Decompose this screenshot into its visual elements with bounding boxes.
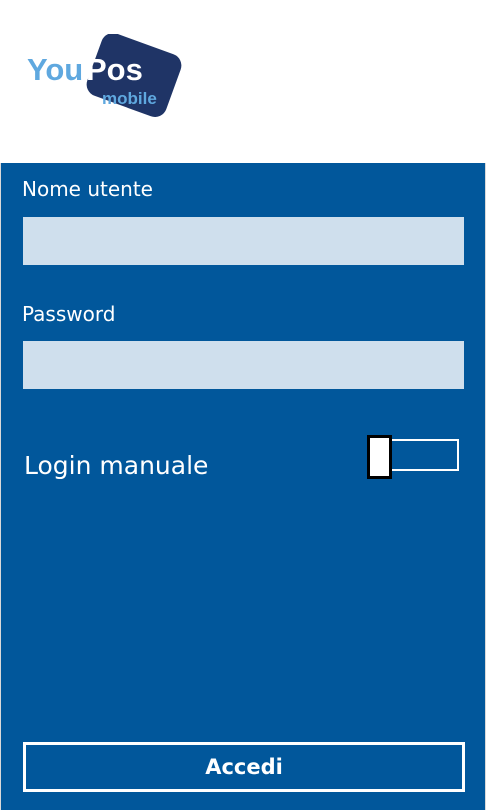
header: You Pos mobile [0,0,486,163]
manual-login-toggle[interactable] [367,435,461,479]
toggle-thumb [367,435,392,479]
accedi-button[interactable]: Accedi [23,742,465,792]
logo-text-pos: Pos [86,52,143,87]
login-panel: Nome utente Password Login manuale Acced… [0,163,486,810]
logo-text-mobile: mobile [102,89,157,108]
logo-text-you: You [27,52,83,87]
password-input[interactable] [23,341,464,389]
manual-login-label: Login manuale [24,451,209,480]
youpos-mobile-logo: You Pos mobile [26,34,186,130]
username-input[interactable] [23,217,464,265]
username-label: Nome utente [22,177,153,201]
logo-graphic: You Pos mobile [27,34,182,117]
password-label: Password [22,302,116,326]
